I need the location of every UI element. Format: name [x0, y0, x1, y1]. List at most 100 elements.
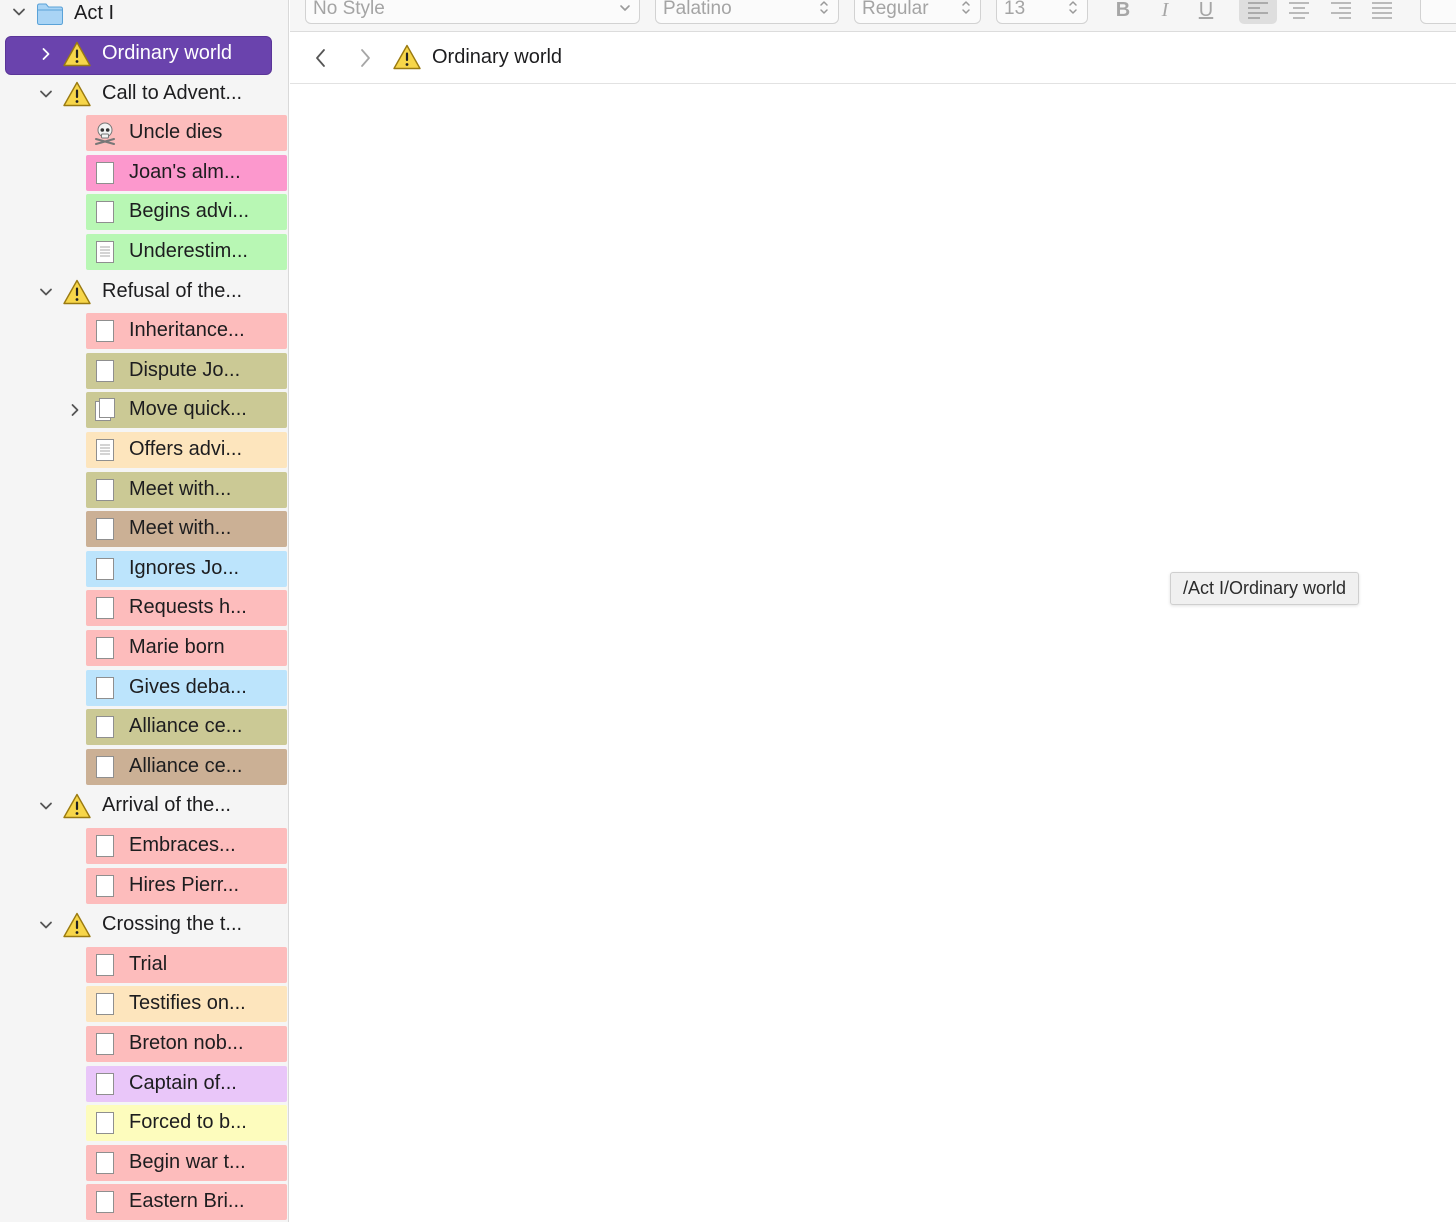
align-right-icon — [1331, 2, 1351, 19]
binder-item-chapter[interactable]: Ordinary world — [0, 36, 288, 75]
back-button[interactable] — [310, 46, 332, 70]
bold-button[interactable]: B — [1108, 0, 1138, 24]
binder-item-document[interactable]: Meet with... — [86, 511, 287, 547]
chevron-right-icon[interactable] — [38, 46, 54, 62]
binder-item-document[interactable]: Meet with... — [86, 472, 287, 508]
blank-page-icon — [94, 1072, 116, 1096]
binder-item-chapter[interactable]: Arrival of the... — [0, 788, 288, 824]
binder-item-label: Dispute Jo... — [129, 359, 241, 381]
binder-item-document[interactable]: Inheritance... — [86, 313, 287, 349]
align-center-icon — [1289, 2, 1309, 19]
binder-item-document[interactable]: Joan's alm... — [86, 155, 287, 191]
blank-page-icon — [94, 319, 116, 343]
font-weight-value: Regular — [862, 0, 929, 19]
binder-item-document[interactable]: Begins advi... — [86, 194, 287, 230]
chevron-down-icon[interactable] — [38, 284, 54, 300]
align-center-button[interactable] — [1284, 0, 1314, 24]
font-family-value: Palatino — [663, 0, 732, 19]
binder-item-document[interactable]: Dispute Jo... — [86, 353, 287, 389]
binder-item-document[interactable]: Forced to b... — [86, 1105, 287, 1141]
binder-item-chapter[interactable]: Crossing the t... — [0, 907, 288, 943]
up-down-arrows-icon — [1067, 0, 1079, 18]
binder-item-chapter[interactable]: Call to Advent... — [0, 76, 288, 112]
binder-item-document[interactable]: Breton nob... — [86, 1026, 287, 1062]
text-page-icon — [94, 240, 116, 264]
binder-item-document[interactable]: Trial — [86, 947, 287, 983]
format-bar: No Style Palatino Regular 13 B I U — [290, 0, 1456, 32]
binder-item-label: Uncle dies — [129, 121, 223, 143]
blank-page-icon — [94, 1151, 116, 1175]
binder-item-document[interactable]: Offers advi... — [86, 432, 287, 468]
binder-item-label: Alliance ce... — [129, 715, 243, 737]
blank-page-icon — [94, 517, 116, 541]
binder-item-document[interactable]: Embraces... — [86, 828, 287, 864]
binder-item-label: Ordinary world — [102, 42, 233, 64]
editor-text-area[interactable] — [290, 85, 1456, 1222]
binder-item-label: Alliance ce... — [129, 755, 243, 777]
blank-page-icon — [94, 676, 116, 700]
blank-page-icon — [94, 1190, 116, 1214]
font-size-select[interactable]: 13 — [996, 0, 1088, 24]
stacked-pages-icon — [94, 398, 116, 422]
binder-sidebar: Act I Ordinary world Call to Advent... Unc… — [0, 0, 289, 1222]
blank-page-icon — [94, 874, 116, 898]
underline-button[interactable]: U — [1191, 0, 1221, 24]
folder-icon — [36, 2, 64, 26]
warning-icon — [62, 792, 92, 820]
align-right-button[interactable] — [1326, 0, 1356, 24]
binder-item-label: Requests h... — [129, 596, 247, 618]
binder-item-document[interactable]: Captain of... — [86, 1066, 287, 1102]
blank-page-icon — [94, 1032, 116, 1056]
binder-item-label: Eastern Bri... — [129, 1190, 245, 1212]
blank-page-icon — [94, 834, 116, 858]
binder-item-label: Forced to b... — [129, 1111, 247, 1133]
binder-item-label: Meet with... — [129, 517, 232, 539]
font-family-select[interactable]: Palatino — [655, 0, 839, 24]
binder-item-document[interactable]: Testifies on... — [86, 986, 287, 1022]
binder-item-document[interactable]: Alliance ce... — [86, 709, 287, 745]
binder-item-document[interactable]: Hires Pierr... — [86, 868, 287, 904]
align-left-button[interactable] — [1239, 0, 1277, 24]
chevron-down-icon[interactable] — [38, 917, 54, 933]
warning-icon — [392, 43, 422, 71]
binder-item-label: Begin war t... — [129, 1151, 246, 1173]
binder-item-document[interactable]: Move quick... — [86, 392, 287, 428]
chevron-down-icon[interactable] — [11, 4, 27, 20]
binder-item-label: Arrival of the... — [102, 794, 231, 816]
binder-item-document[interactable]: Eastern Bri... — [86, 1184, 287, 1220]
chevron-down-icon[interactable] — [38, 798, 54, 814]
chevron-right-icon[interactable] — [67, 402, 83, 418]
line-spacing-select[interactable] — [1420, 0, 1456, 24]
binder-item-document[interactable]: Underestim... — [86, 234, 287, 270]
blank-page-icon — [94, 161, 116, 185]
binder-item-label: Marie born — [129, 636, 225, 658]
italic-button[interactable]: I — [1150, 0, 1180, 24]
binder-item-document[interactable]: Alliance ce... — [86, 749, 287, 785]
binder-item-label: Embraces... — [129, 834, 236, 856]
chevron-down-icon[interactable] — [38, 86, 54, 102]
chevron-down-icon — [619, 0, 631, 18]
binder-item-label: Joan's alm... — [129, 161, 241, 183]
binder-item-document[interactable]: Uncle dies — [86, 115, 287, 151]
forward-button[interactable] — [354, 46, 376, 70]
justify-icon — [1372, 2, 1392, 19]
paragraph-style-value: No Style — [313, 0, 385, 19]
binder-item-act-i[interactable]: Act I — [0, 0, 288, 33]
chevron-left-icon — [316, 49, 325, 67]
paragraph-style-select[interactable]: No Style — [305, 0, 640, 24]
blank-page-icon — [94, 992, 116, 1016]
warning-icon — [62, 911, 92, 939]
binder-item-document[interactable]: Requests h... — [86, 590, 287, 626]
warning-icon — [62, 40, 92, 68]
blank-page-icon — [94, 557, 116, 581]
font-weight-select[interactable]: Regular — [854, 0, 981, 24]
binder-item-chapter[interactable]: Refusal of the... — [0, 274, 288, 310]
binder-item-document[interactable]: Marie born — [86, 630, 287, 666]
blank-page-icon — [94, 1111, 116, 1135]
text-page-icon — [94, 438, 116, 462]
binder-item-document[interactable]: Gives deba... — [86, 670, 287, 706]
justify-button[interactable] — [1367, 0, 1397, 24]
document-title: Ordinary world — [432, 46, 563, 68]
binder-item-document[interactable]: Ignores Jo... — [86, 551, 287, 587]
binder-item-document[interactable]: Begin war t... — [86, 1145, 287, 1181]
